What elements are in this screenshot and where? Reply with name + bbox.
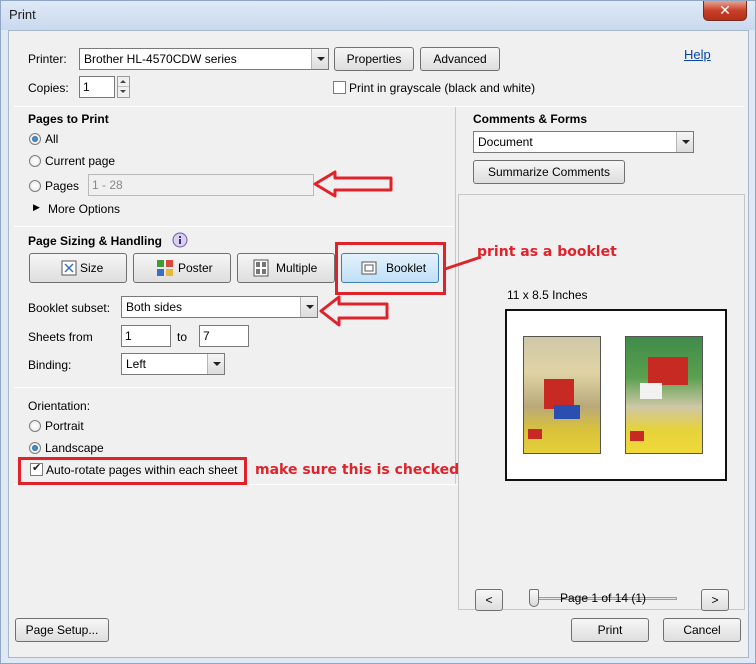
annotation-arrow-subset [319, 295, 389, 327]
radio-landscape[interactable] [29, 442, 41, 454]
orientation-title: Orientation: [28, 399, 91, 413]
next-page-button[interactable]: > [701, 589, 729, 611]
radio-landscape-label: Landscape [45, 441, 104, 455]
printer-select[interactable]: Brother HL-4570CDW series [79, 48, 329, 70]
radio-portrait-label: Portrait [45, 419, 84, 433]
lego-brick-blue [554, 405, 580, 419]
info-icon[interactable] [172, 232, 188, 248]
radio-current-page[interactable] [29, 155, 41, 167]
stepper-up-icon[interactable] [118, 77, 129, 87]
cancel-button[interactable]: Cancel [663, 618, 741, 642]
radio-current-label: Current page [45, 154, 116, 168]
radio-portrait[interactable] [29, 420, 41, 432]
binding-value: Left [126, 357, 147, 371]
to-label: to [177, 330, 188, 344]
copies-label: Copies: [28, 81, 69, 95]
copies-stepper[interactable] [117, 76, 130, 98]
lego-brick-red [648, 357, 688, 385]
dialog-body: Printer: Brother HL-4570CDW series Prope… [8, 30, 749, 658]
title-bar[interactable]: Print ✕ [1, 1, 755, 30]
comments-forms-value: Document [478, 135, 533, 149]
chevron-down-icon [300, 297, 317, 317]
sheets-from-label: Sheets from [28, 330, 93, 344]
size-label: Size [80, 261, 104, 275]
printer-label: Printer: [28, 52, 67, 66]
chevron-down-icon [207, 354, 224, 374]
preview-page-right [625, 336, 703, 454]
sheets-to-input[interactable]: 7 [199, 325, 249, 347]
print-dialog: Print ✕ Printer: Brother HL-4570CDW seri… [0, 0, 756, 664]
stepper-down-icon[interactable] [118, 87, 129, 97]
grayscale-label: Print in grayscale (black and white) [349, 81, 536, 95]
help-link[interactable]: Help [684, 47, 711, 62]
lego-logo [630, 431, 644, 441]
booklet-subset-select[interactable]: Both sides [121, 296, 318, 318]
sheets-from-input[interactable]: 1 [121, 325, 171, 347]
annotation-note-autorotate: make sure this is checked [255, 462, 460, 478]
comments-forms-select[interactable]: Document [473, 131, 694, 153]
annotation-box-autorotate [18, 457, 247, 485]
poster-button[interactable]: Poster [133, 253, 231, 283]
divider [14, 226, 454, 227]
pages-to-print-title: Pages to Print [28, 112, 109, 126]
expand-triangle-icon[interactable]: ▶ [33, 202, 40, 213]
preview-sheet [505, 309, 727, 481]
divider [14, 106, 744, 107]
preview-slider-thumb[interactable] [529, 589, 539, 607]
annotation-arrow-pages [313, 170, 393, 198]
binding-label: Binding: [28, 358, 72, 372]
more-options-toggle[interactable]: More Options [48, 202, 120, 216]
annotation-box-booklet [335, 242, 446, 295]
radio-pages[interactable] [29, 180, 41, 192]
multiple-label: Multiple [276, 261, 318, 275]
comments-forms-title: Comments & Forms [473, 112, 588, 126]
multiple-pages-icon [253, 259, 269, 277]
preview-page-left [523, 336, 601, 454]
divider [14, 387, 454, 388]
size-button[interactable]: Size [29, 253, 127, 283]
booklet-subset-label: Booklet subset: [28, 301, 111, 315]
page-setup-button[interactable]: Page Setup... [15, 618, 109, 642]
lego-brick-white [640, 383, 662, 399]
page-sizing-title: Page Sizing & Handling [28, 234, 163, 248]
pages-range-input[interactable]: 1 - 28 [88, 174, 314, 196]
print-button[interactable]: Print [571, 618, 649, 642]
poster-icon [157, 260, 173, 276]
printer-value: Brother HL-4570CDW series [84, 52, 237, 66]
page-count-label: Page 1 of 14 (1) [560, 591, 647, 605]
window-title: Print [9, 7, 36, 22]
booklet-subset-value: Both sides [126, 300, 183, 314]
radio-all[interactable] [29, 133, 41, 145]
grayscale-checkbox[interactable] [333, 81, 346, 94]
close-button[interactable]: ✕ [703, 1, 747, 21]
lego-logo [528, 429, 542, 439]
binding-select[interactable]: Left [121, 353, 225, 375]
prev-page-button[interactable]: < [475, 589, 503, 611]
summarize-comments-button[interactable]: Summarize Comments [473, 160, 625, 184]
poster-label: Poster [178, 261, 213, 275]
vertical-divider [455, 107, 456, 484]
chevron-down-icon [676, 132, 693, 152]
copies-input[interactable]: 1 [79, 76, 115, 98]
radio-pages-label: Pages [45, 179, 80, 193]
preview-size-label: 11 x 8.5 Inches [507, 288, 588, 302]
size-icon [61, 260, 77, 276]
advanced-button[interactable]: Advanced [420, 47, 500, 71]
chevron-down-icon [311, 49, 328, 69]
annotation-note-booklet: print as a booklet [477, 244, 617, 260]
multiple-button[interactable]: Multiple [237, 253, 335, 283]
properties-button[interactable]: Properties [334, 47, 414, 71]
radio-all-label: All [45, 132, 59, 146]
